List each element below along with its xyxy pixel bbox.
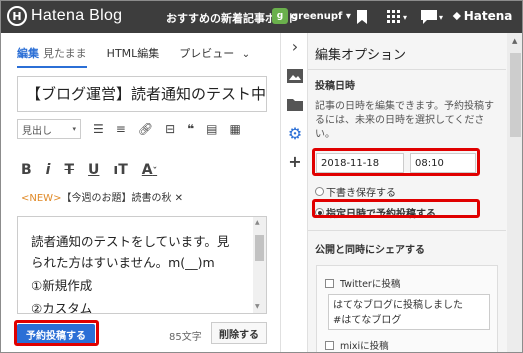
align-icon[interactable]: ▤ — [206, 122, 217, 136]
options-scrollbar[interactable]: ▲ — [507, 33, 522, 352]
twitter-share-text[interactable]: はてなブログに投稿しました #はてなブログ — [328, 294, 490, 330]
heading-select[interactable]: 見出し ▾ — [17, 119, 81, 139]
text-size-icon[interactable]: ıT — [113, 162, 127, 178]
top-bar: H Hatena Blog おすすめの新着記事ボード g greenupf ▾ … — [1, 1, 522, 33]
chevron-down-icon: ▾ — [72, 125, 76, 133]
divider — [308, 69, 506, 70]
italic-icon[interactable]: i — [46, 162, 51, 178]
more-toolbar-icon[interactable]: ▦ — [230, 122, 241, 136]
category-new-badge: <NEW> — [21, 193, 62, 204]
editor-tabs: 編集 見たまま HTML編集 プレビュー ⌄ — [17, 45, 250, 68]
title-input[interactable]: 【ブログ運営】読者通知のテスト中 — [17, 76, 267, 112]
tab-edit-label: 編集 — [17, 47, 39, 60]
bullet-list-icon[interactable]: ☰ — [93, 122, 104, 136]
delete-button[interactable]: 削除する — [211, 322, 267, 344]
highlight-publish-button — [14, 320, 99, 346]
divider — [308, 230, 506, 231]
text-color-icon[interactable]: Aˇ — [142, 162, 171, 178]
share-text-line: #はてなブログ — [333, 315, 402, 326]
apps-grid-icon[interactable]: ▾ — [387, 9, 407, 25]
tab-html-edit[interactable]: HTML編集 — [107, 45, 160, 68]
twitter-share-option[interactable]: Twitterに投稿 — [325, 276, 400, 290]
numbered-list-icon[interactable]: ≡ — [116, 122, 126, 136]
tab-edit-sub: 見たまま — [43, 47, 87, 60]
editor-panel: 編集 見たまま HTML編集 プレビュー ⌄ 【ブログ運営】読者通知のテスト中 見… — [1, 33, 280, 352]
comment-icon[interactable]: ▾ — [421, 9, 443, 25]
tab-preview[interactable]: プレビュー ⌄ — [179, 45, 250, 68]
table-icon[interactable]: ⊟ — [165, 122, 175, 136]
body-editor[interactable]: 読者通知のテストをしています。見 られた方はすいません。m(__)m ①新規作成… — [17, 216, 267, 314]
heading-select-value: 見出し — [22, 125, 52, 137]
twitter-label: Twitterに投稿 — [340, 279, 401, 290]
radio-button[interactable] — [315, 187, 324, 196]
body-text: 読者通知のテストをしています。見 られた方はすいません。m(__)m ①新規作成… — [18, 217, 250, 314]
twitter-checkbox[interactable] — [325, 278, 334, 288]
radio-draft-label: 下書き保存する — [326, 188, 396, 199]
mixi-checkbox[interactable] — [325, 340, 334, 350]
hatena-label: Hatena — [463, 9, 513, 23]
hatena-logo-mark: H — [7, 6, 27, 26]
body-line: 読者通知のテストをしています。見 — [31, 234, 230, 249]
body-scrollbar[interactable]: ▲ ▼ — [253, 217, 266, 313]
format-toolbar: 見出し ▾ ☰ ≡ 🔗︎ ⊟ ❝ ▤ ▦ — [17, 118, 277, 140]
plus-icon[interactable]: + — [287, 154, 303, 170]
post-date-header: 投稿日時 — [315, 81, 355, 92]
link-icon[interactable]: 🔗︎ — [138, 122, 153, 136]
quote-icon[interactable]: ❝ — [187, 122, 194, 136]
tab-preview-label: プレビュー — [179, 47, 235, 60]
image-icon[interactable] — [287, 69, 303, 85]
logo-text: Hatena Blog — [31, 7, 123, 24]
gear-icon[interactable]: ⚙ — [287, 126, 303, 142]
text-style-toolbar: B i T U ıT Aˇ — [21, 160, 185, 180]
app-window: H Hatena Blog おすすめの新着記事ボード g greenupf ▾ … — [0, 0, 523, 353]
strikethrough-icon[interactable]: T — [64, 162, 74, 178]
post-date-description: 記事の日時を編集できます。予約投稿するには、未来の日時を選択してください。 — [315, 101, 494, 140]
chevron-right-icon[interactable]: › — [287, 39, 303, 55]
category-tag[interactable]: <NEW>【今週のお題】読書の秋 ✕ — [21, 189, 183, 204]
scroll-thumb[interactable] — [255, 235, 264, 261]
highlight-datetime — [312, 148, 480, 176]
body-line: ②カスタム — [31, 301, 93, 314]
highlight-scheduled-radio — [312, 199, 480, 218]
scroll-up-icon[interactable]: ▲ — [512, 37, 517, 45]
side-icon-rail: › ⚙ + — [280, 33, 308, 352]
tab-wysiwyg[interactable]: 編集 見たまま — [17, 45, 87, 68]
hatena-menu[interactable]: ⬥ Hatena — [453, 9, 512, 23]
underline-icon[interactable]: U — [88, 162, 99, 178]
edit-options-panel: 編集オプション 投稿日時 記事の日時を編集できます。予約投稿するには、未来の日時… — [308, 33, 522, 352]
category-label: 【今週のお題】読書の秋 ✕ — [61, 193, 184, 204]
char-count: 85文字 — [169, 332, 202, 343]
folder-icon[interactable] — [287, 98, 303, 114]
user-menu[interactable]: g greenupf ▾ — [272, 8, 351, 24]
share-text-line: はてなブログに投稿しました — [333, 300, 463, 311]
bold-icon[interactable]: B — [21, 162, 32, 178]
scroll-down-icon[interactable]: ▼ — [255, 303, 260, 310]
mixi-share-option[interactable]: mixiに投稿 — [325, 338, 389, 352]
avatar: g — [272, 8, 288, 24]
share-header: 公開と同時にシェアする — [315, 245, 425, 256]
options-title: 編集オプション — [315, 48, 407, 63]
mixi-label: mixiに投稿 — [340, 341, 389, 352]
body-line: ①新規作成 — [31, 278, 93, 293]
bookmark-icon[interactable] — [357, 9, 367, 25]
chevron-down-icon: ⌄ — [241, 49, 251, 60]
scroll-thumb[interactable] — [510, 53, 521, 137]
body-line: られた方はすいません。m(__)m — [31, 255, 215, 270]
scroll-up-icon[interactable]: ▲ — [255, 219, 260, 226]
hatena-blog-logo[interactable]: H Hatena Blog — [7, 6, 122, 26]
radio-draft[interactable]: 下書き保存する — [315, 184, 396, 199]
user-name: greenupf ▾ — [291, 10, 351, 22]
share-options: Twitterに投稿 はてなブログに投稿しました #はてなブログ mixiに投稿 — [316, 265, 498, 352]
